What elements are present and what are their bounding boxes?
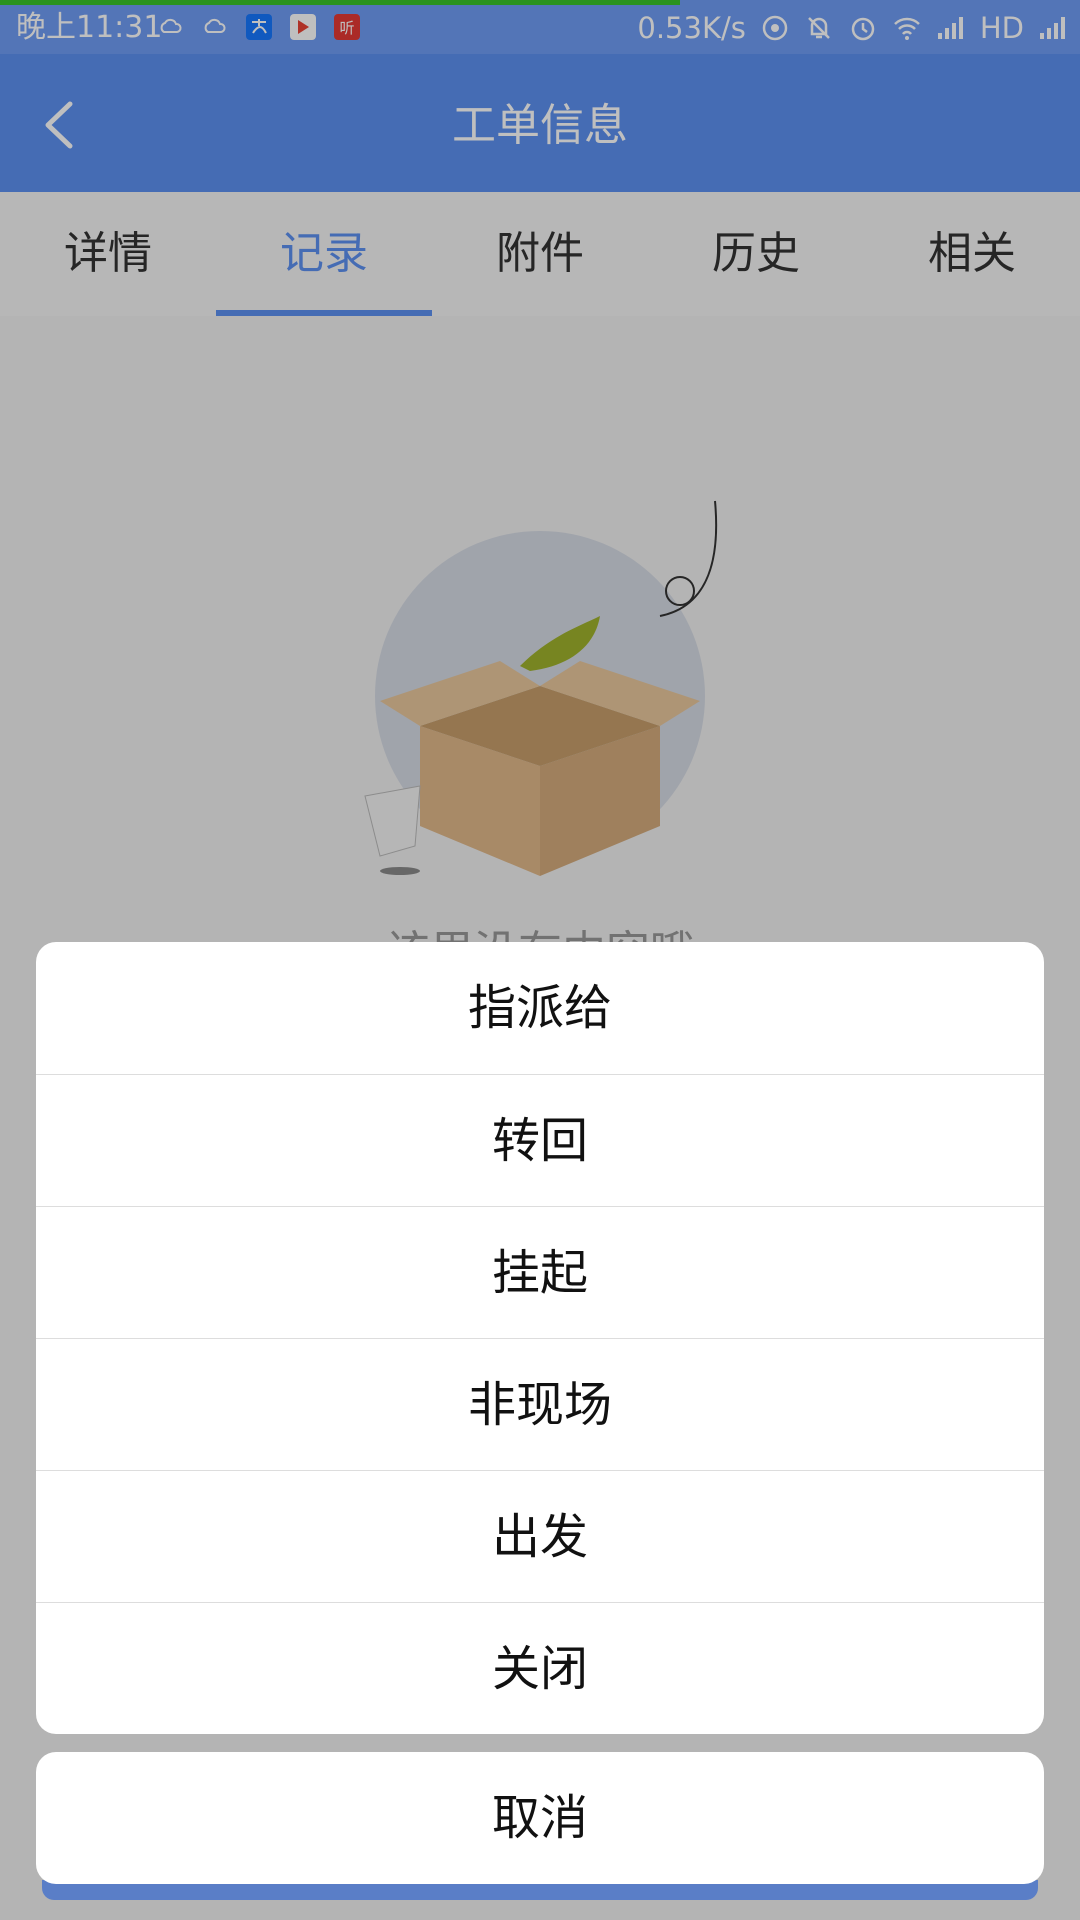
depart-option[interactable]: 出发 (36, 1470, 1044, 1602)
cancel-button[interactable]: 取消 (36, 1752, 1044, 1884)
off-site-option[interactable]: 非现场 (36, 1338, 1044, 1470)
assign-to-option[interactable]: 指派给 (36, 942, 1044, 1074)
close-option[interactable]: 关闭 (36, 1602, 1044, 1734)
return-option[interactable]: 转回 (36, 1074, 1044, 1206)
action-sheet: 指派给 转回 挂起 非现场 出发 关闭 (36, 942, 1044, 1734)
suspend-option[interactable]: 挂起 (36, 1206, 1044, 1338)
